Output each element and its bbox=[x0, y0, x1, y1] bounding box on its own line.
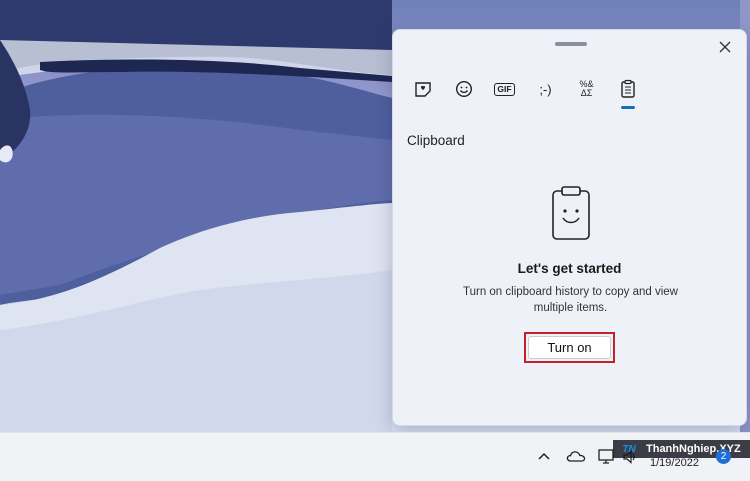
clipboard-smiley-illustration bbox=[552, 186, 590, 240]
tab-symbols[interactable]: %& ΔΣ bbox=[571, 74, 602, 104]
gif-icon: GIF bbox=[494, 82, 515, 96]
chevron-up-icon[interactable] bbox=[537, 449, 551, 463]
heart-sticker-icon bbox=[414, 82, 431, 97]
taskbar-date[interactable]: 1/19/2022 bbox=[650, 457, 699, 469]
symbols-label: %& bbox=[579, 79, 594, 89]
get-started-heading: Let's get started bbox=[517, 261, 622, 276]
gif-label: GIF bbox=[497, 83, 512, 94]
tab-gif[interactable]: GIF bbox=[489, 74, 520, 104]
clipboard-panel: GIF ;-) %& ΔΣ Clipboard Let's get started… bbox=[392, 29, 747, 426]
kaomoji-icon: ;-) bbox=[539, 81, 552, 97]
tab-kaomoji-favorites[interactable] bbox=[407, 74, 438, 104]
close-button[interactable] bbox=[714, 36, 736, 58]
tab-emoji[interactable] bbox=[448, 74, 479, 104]
panel-tabs: GIF ;-) %& ΔΣ bbox=[407, 74, 643, 110]
highlight-box: Turn on bbox=[524, 332, 615, 363]
smiley-icon bbox=[455, 80, 472, 98]
close-icon bbox=[719, 41, 731, 53]
notification-badge[interactable]: 2 bbox=[716, 449, 731, 464]
turn-on-button[interactable]: Turn on bbox=[528, 336, 611, 359]
tab-clipboard[interactable] bbox=[612, 74, 643, 109]
tab-kaomoji[interactable]: ;-) bbox=[530, 74, 561, 104]
section-title: Clipboard bbox=[407, 133, 465, 148]
watermark-logo: TN bbox=[622, 443, 636, 455]
symbols-icon: %& ΔΣ bbox=[579, 79, 594, 98]
get-started-description: Turn on clipboard history to copy and vi… bbox=[463, 286, 678, 314]
onedrive-cloud-icon[interactable] bbox=[566, 449, 586, 463]
drag-handle[interactable] bbox=[555, 42, 587, 46]
clipboard-icon bbox=[620, 79, 635, 98]
